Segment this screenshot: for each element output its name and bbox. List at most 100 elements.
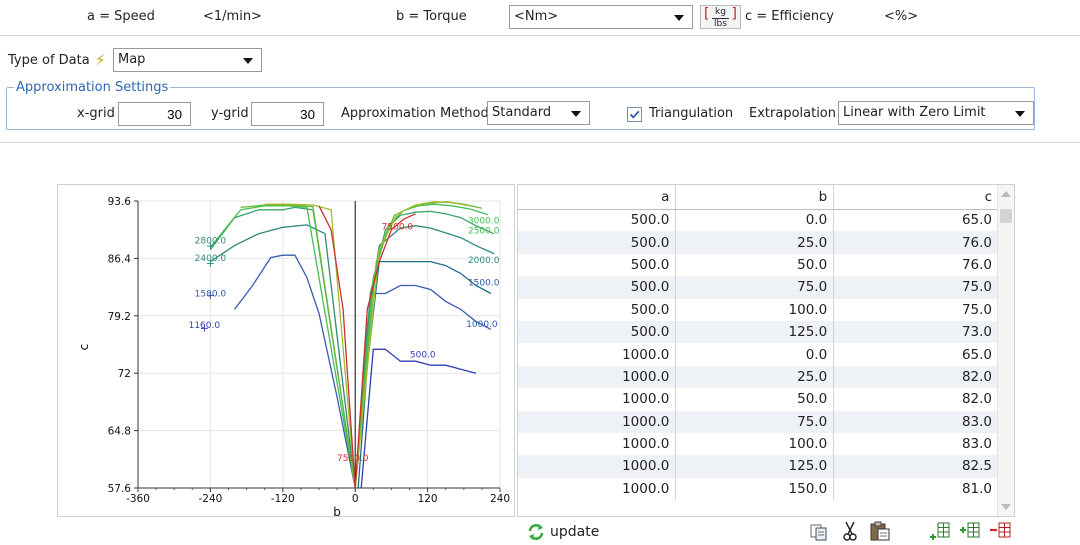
insert-row-icon[interactable] [959,521,981,541]
copy-icon[interactable] [809,523,829,541]
curve-label: 1000.0 [466,320,498,330]
table-cell-c[interactable]: 76.0 [833,253,999,277]
table-cell-c[interactable]: 73.0 [833,320,999,344]
table-row[interactable]: 500.0 50.0 76.0 [518,253,999,277]
table-cell-c[interactable]: 75.0 [833,298,999,321]
cut-icon[interactable] [842,521,858,541]
table-row[interactable]: 500.0 125.0 73.0 [518,320,999,344]
table-cell-b[interactable]: 75.0 [675,276,835,299]
scroll-thumb[interactable] [1000,209,1012,223]
c-label: c = Efficiency [745,9,834,24]
table-cell-b[interactable]: 25.0 [675,365,835,389]
ygrid-label: y-grid [211,106,249,121]
curve-label: 7500.0 [382,223,414,233]
extrapolation-dropdown[interactable]: Linear with Zero Limit [838,101,1034,125]
type-of-data-value: Map [118,52,146,67]
table-row[interactable]: 1000.0 50.0 82.0 [518,388,999,411]
ygrid-input[interactable] [251,102,324,126]
table-cell-c[interactable]: 83.0 [833,432,999,456]
delete-row-icon[interactable] [989,521,1013,541]
add-row-icon[interactable] [929,521,951,541]
table-cell-c[interactable]: 82.0 [833,388,999,411]
column-header-c[interactable]: c [833,185,999,210]
b-unit-dropdown[interactable]: <Nm> [509,5,693,29]
x-tick-label: -120 [271,493,295,505]
scroll-up-icon[interactable] [1001,191,1011,197]
table-cell-c[interactable]: 83.0 [833,410,999,433]
x-tick-label: 240 [490,493,510,505]
unit-toggle-button[interactable]: [ kg lbs ] [700,5,741,29]
approximation-settings-title: Approximation Settings [14,80,171,95]
table-row[interactable]: 1000.0 25.0 82.0 [518,365,999,389]
table-cell-c[interactable]: 65.0 [833,343,999,366]
table-cell-b[interactable]: 75.0 [675,410,835,433]
table-cell-a[interactable]: 500.0 [518,209,677,232]
table-cell-a[interactable]: 500.0 [518,298,677,321]
curve-label: 1500.0 [468,279,500,289]
table-cell-c[interactable]: 75.0 [833,276,999,299]
table-cell-b[interactable]: 125.0 [675,455,835,478]
table-cell-b[interactable]: 100.0 [675,298,835,321]
table-cell-a[interactable]: 1000.0 [518,477,677,501]
curve-label: 500.0 [410,350,436,360]
table-cell-c[interactable]: 82.5 [833,455,999,478]
table-cell-b[interactable]: 50.0 [675,253,835,277]
table-cell-c[interactable]: 65.0 [833,209,999,232]
approximation-method-dropdown[interactable]: Standard [487,101,590,125]
y-tick-label: 64.8 [108,426,131,438]
table-row[interactable]: 500.0 75.0 75.0 [518,276,999,299]
type-of-data-dropdown[interactable]: Map [113,48,262,72]
table-cell-a[interactable]: 1000.0 [518,388,677,411]
b-label: b = Torque [396,9,467,24]
table-cell-b[interactable]: 25.0 [675,231,835,254]
table-cell-c[interactable]: 82.0 [833,365,999,389]
table-cell-a[interactable]: 500.0 [518,276,677,299]
a-label: a = Speed [87,9,155,24]
table-cell-a[interactable]: 500.0 [518,253,677,277]
b-unit-value: <Nm> [514,9,559,24]
table-cell-a[interactable]: 1000.0 [518,365,677,389]
table-cell-b[interactable]: 150.0 [675,477,835,501]
unit-toggle-bottom: lbs [712,18,729,29]
table-cell-c[interactable]: 76.0 [833,231,999,254]
table-row[interactable]: 500.0 100.0 75.0 [518,298,999,321]
plus-marker: + [206,289,215,302]
table-cell-b[interactable]: 50.0 [675,388,835,411]
efficiency-chart-panel: -360 -240 -120 0 120 240 57.6 64.8 72 79.2 86.4 93.… [57,184,515,519]
table-row[interactable]: 500.0 0.0 65.0 [518,209,999,232]
y-tick-label: 79.2 [108,311,131,323]
table-row[interactable]: 500.0 25.0 76.0 [518,231,999,254]
xgrid-input[interactable] [118,102,191,126]
curve-label: 2000.0 [468,256,500,266]
table-row[interactable]: 1000.0 150.0 81.0 [518,477,999,501]
table-cell-b[interactable]: 0.0 [675,209,835,232]
column-header-b[interactable]: b [675,185,835,210]
table-row[interactable]: 1000.0 75.0 83.0 [518,410,999,433]
table-cell-a[interactable]: 1000.0 [518,343,677,366]
scroll-down-icon[interactable] [1001,504,1011,510]
table-cell-c[interactable]: 81.0 [833,477,999,501]
table-cell-a[interactable]: 1000.0 [518,410,677,433]
paste-icon[interactable] [869,521,891,541]
curve-label: 7500.0 [337,454,369,464]
table-row[interactable]: 1000.0 100.0 83.0 [518,432,999,456]
refresh-icon [528,524,544,540]
variable-definition-bar: a = Speed <1/min> b = Torque <Nm> [ kg l… [0,0,1080,36]
table-scrollbar[interactable] [997,185,1014,516]
table-cell-a[interactable]: 500.0 [518,231,677,254]
table-row[interactable]: 1000.0 0.0 65.0 [518,343,999,366]
section-divider [0,142,1080,143]
table-row[interactable]: 1000.0 125.0 82.5 [518,455,999,478]
type-of-data-label: Type of Data [8,53,90,68]
table-cell-a[interactable]: 1000.0 [518,455,677,478]
bracket-left-icon: [ [704,6,710,22]
update-button[interactable]: update [526,522,606,542]
table-cell-b[interactable]: 100.0 [675,432,835,456]
y-axis-label: c [77,344,91,351]
table-cell-b[interactable]: 125.0 [675,320,835,344]
triangulation-checkbox[interactable] [627,107,642,122]
table-cell-a[interactable]: 500.0 [518,320,677,344]
column-header-a[interactable]: a [518,185,677,210]
table-cell-b[interactable]: 0.0 [675,343,835,366]
table-cell-a[interactable]: 1000.0 [518,432,677,456]
